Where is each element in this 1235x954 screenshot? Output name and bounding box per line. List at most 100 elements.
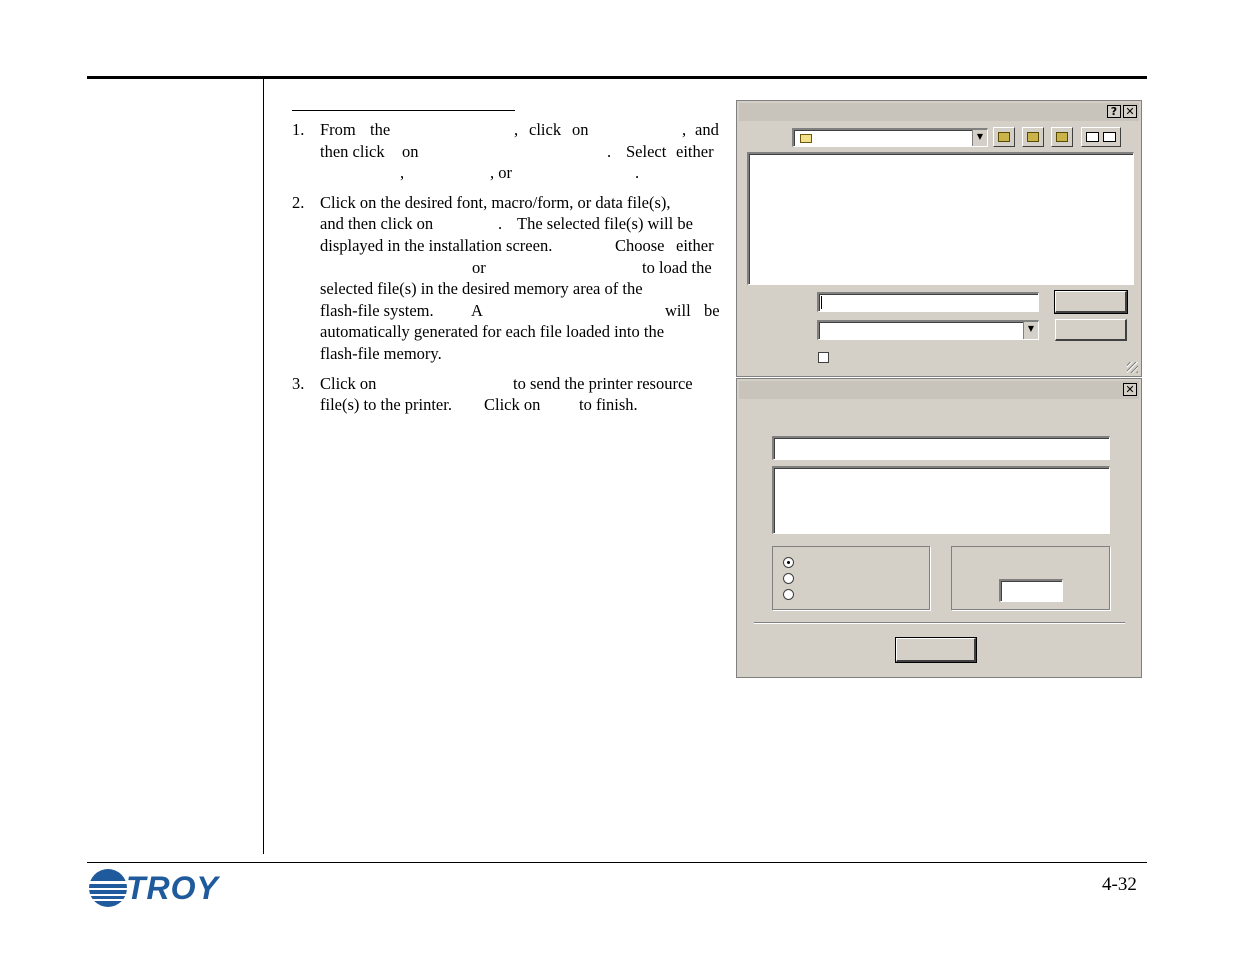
memory-option-radio[interactable] (783, 573, 794, 584)
step-1: 1. From the , click on , and then click … (290, 119, 722, 184)
step-line: flash-file memory. (320, 343, 722, 365)
text-cursor (821, 296, 822, 309)
step-line: file(s) to the printer. Click on to fini… (320, 394, 722, 416)
margin-rule (263, 79, 264, 854)
desktop-icon (1027, 132, 1039, 142)
step-text: and then click on (320, 214, 434, 234)
memory-area-group (772, 546, 930, 610)
step-text: flash-file memory. (320, 343, 442, 363)
step-text: . (635, 163, 640, 183)
step-text: The selected file(s) will be (517, 214, 693, 234)
dialog-separator (754, 622, 1125, 624)
page-number: 4-32 (1102, 874, 1137, 895)
memory-option-radio[interactable] (783, 557, 794, 568)
step-text: be (704, 300, 720, 320)
desktop-button[interactable] (1022, 127, 1044, 147)
step-2: 2. Click on the desired font, macro/form… (290, 192, 722, 365)
step-line: From the , click on , and (320, 119, 722, 141)
chevron-down-icon[interactable]: ▼ (1023, 322, 1038, 339)
step-text: on (572, 120, 589, 139)
step-number: 2. (292, 192, 305, 212)
step-text: , (400, 163, 405, 183)
cancel-button[interactable] (1055, 319, 1127, 341)
file-id-group (951, 546, 1110, 610)
close-icon[interactable]: ✕ (1123, 105, 1137, 118)
step-text: either (676, 235, 714, 255)
new-folder-icon (1056, 132, 1068, 142)
install-dialog: ✕ (736, 378, 1142, 678)
help-icon[interactable]: ? (1107, 105, 1121, 118)
step-text: , (682, 120, 687, 139)
step-text: A (471, 300, 483, 320)
step-text: the (370, 120, 391, 139)
step-text: Click on the desired font, macro/form, o… (320, 192, 671, 212)
step-3: 3. Click on to send the printer resource… (290, 373, 722, 416)
step-text: and (695, 120, 719, 139)
step-text: . (498, 214, 503, 234)
files-of-type-combo[interactable]: ▼ (817, 320, 1039, 340)
step-line: Click on to send the printer resource (320, 373, 722, 395)
file-name-input[interactable] (817, 292, 1039, 312)
header-rule (87, 76, 1147, 79)
instruction-steps: 1. From the , click on , and then click … (290, 119, 722, 424)
step-text: Choose (615, 235, 665, 255)
file-path-field[interactable] (772, 436, 1110, 460)
step-text: displayed in the installation screen. (320, 235, 553, 255)
step-number: 1. (292, 120, 305, 139)
step-text: selected file(s) in the desired memory a… (320, 279, 643, 299)
step-text: click (529, 120, 562, 139)
step-line: selected file(s) in the desired memory a… (320, 278, 722, 300)
step-text: Click on (484, 395, 541, 415)
details-view-icon (1103, 132, 1116, 142)
step-text: automatically generated for each file lo… (320, 322, 665, 342)
chevron-down-icon[interactable]: ▼ (972, 130, 987, 146)
step-line: or to load the (320, 257, 722, 279)
step-line: displayed in the installation screen. Ch… (320, 235, 722, 257)
step-text: Select (626, 141, 667, 161)
resize-grip[interactable] (1127, 362, 1138, 373)
step-line: then click on . Select either (320, 141, 722, 163)
close-icon[interactable]: ✕ (1123, 383, 1137, 396)
step-text: , (514, 120, 519, 139)
open-read-only-checkbox[interactable] (818, 352, 829, 363)
step-text: From (320, 120, 356, 139)
step-line: automatically generated for each file lo… (320, 321, 722, 343)
memory-option-radio[interactable] (783, 589, 794, 600)
open-dialog-titlebar: ? ✕ (739, 103, 1139, 121)
file-list[interactable] (747, 152, 1134, 285)
step-text: to load the (642, 257, 712, 277)
ok-button[interactable] (895, 637, 977, 663)
selected-files-list[interactable] (772, 466, 1110, 534)
look-in-combo[interactable]: ▼ (792, 128, 988, 147)
step-text: to send the printer resource (513, 373, 693, 393)
step-text: to finish. (579, 395, 638, 415)
up-folder-icon (998, 132, 1010, 142)
section-heading-underline (292, 110, 515, 111)
step-line: Click on the desired font, macro/form, o… (320, 192, 722, 214)
step-text: flash-file system. (320, 300, 434, 320)
step-line: , , or . (320, 162, 722, 184)
open-file-dialog: ? ✕ ▼ ▼ (736, 100, 1142, 377)
folder-icon (800, 134, 812, 143)
step-text: then click (320, 141, 385, 161)
step-text: on (402, 141, 419, 161)
footer-rule (87, 862, 1147, 863)
new-folder-button[interactable] (1051, 127, 1073, 147)
logo-wordmark: TROY (126, 870, 219, 906)
step-line: and then click on . The selected file(s)… (320, 213, 722, 235)
step-text: or (472, 257, 486, 277)
troy-logo: TROY (88, 866, 223, 910)
step-text: . (607, 141, 612, 161)
step-text: will (665, 300, 691, 320)
view-menu-button[interactable] (1081, 127, 1121, 147)
up-folder-button[interactable] (993, 127, 1015, 147)
step-text: , or (490, 163, 512, 183)
install-dialog-titlebar: ✕ (739, 381, 1139, 399)
file-id-input[interactable] (999, 579, 1063, 602)
open-button[interactable] (1054, 290, 1128, 314)
step-text: file(s) to the printer. (320, 395, 452, 415)
step-line: flash-file system. A will be (320, 300, 722, 322)
troy-globe-icon (88, 869, 128, 907)
list-view-icon (1086, 132, 1099, 142)
step-text: either (676, 141, 714, 161)
